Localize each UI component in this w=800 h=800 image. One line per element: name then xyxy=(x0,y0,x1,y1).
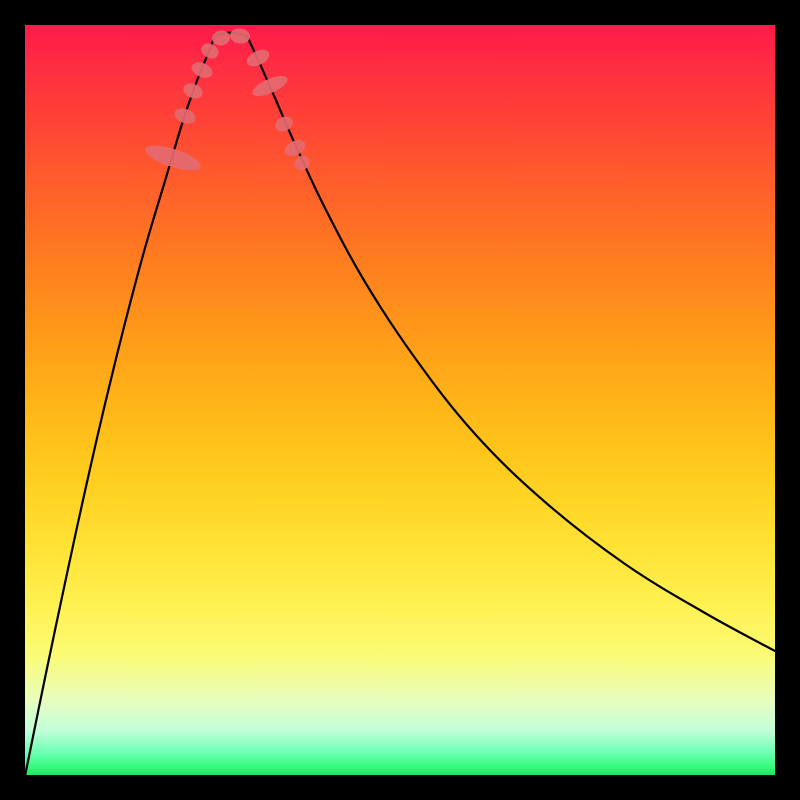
chart-frame xyxy=(0,0,800,800)
